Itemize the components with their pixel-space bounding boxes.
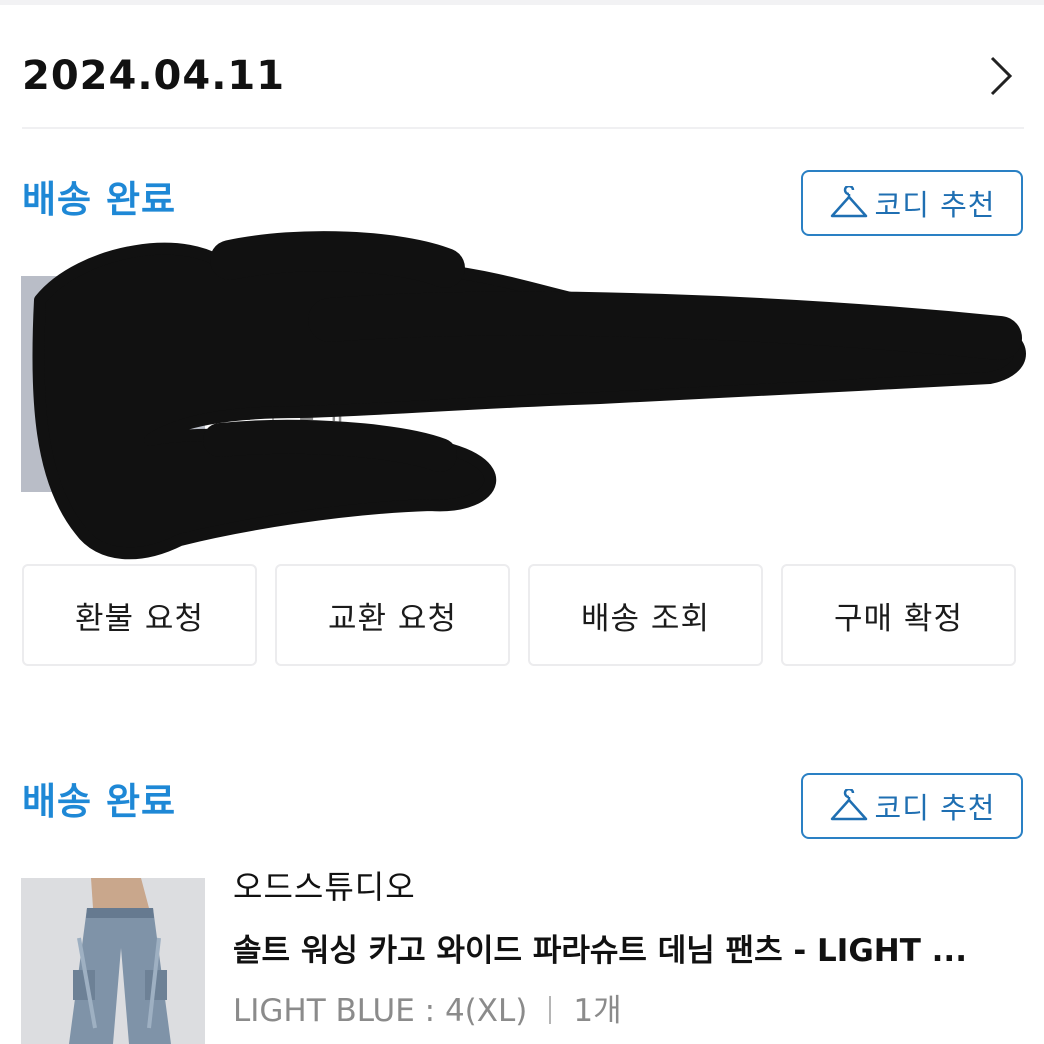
thumbnail-figure [61,276,181,492]
product-thumbnail[interactable] [21,276,205,492]
product-option: L 1개 [233,390,345,430]
refund-request-button[interactable]: 환불 요청 [22,564,257,666]
exchange-request-button[interactable]: 교환 요청 [275,564,510,666]
denim-pants-image [21,878,205,1044]
cody-recommend-label: 코디 추천 [874,791,996,825]
product-name[interactable]: 솔트 워싱 카고 와이드 파라슈트 데님 팬츠 - LIGHT ... [233,930,1023,972]
option-size: L [233,392,251,428]
option-quantity: 1개 [573,993,622,1029]
cody-recommend-button[interactable]: 코디 추천 [801,170,1023,236]
thumbnail-detail [129,472,155,484]
delivery-status: 배송 완료 [22,780,177,823]
track-delivery-button[interactable]: 배송 조회 [528,564,763,666]
option-separator [549,996,552,1024]
hanger-icon [830,186,867,218]
confirm-purchase-button[interactable]: 구매 확정 [781,564,1016,666]
product-option: LIGHT BLUE : 4(XL) 1개 [233,990,622,1032]
delivery-status: 배송 완료 [22,178,177,221]
hanger-icon [830,789,867,821]
chevron-right-icon[interactable] [978,54,1022,98]
order-date: 2024.04.11 [22,53,286,99]
header-divider [22,127,1024,129]
brand-name[interactable]: 오드스튜디오 [233,866,416,908]
top-status-strip [0,0,1044,5]
option-quantity: 1개 [296,392,345,428]
option-separator [272,395,275,423]
cody-recommend-label: 코디 추천 [874,188,996,222]
order-date-header[interactable]: 2024.04.11 [22,52,1024,100]
option-size: LIGHT BLUE : 4(XL) [233,993,528,1029]
product-thumbnail[interactable] [21,878,205,1044]
cody-recommend-button[interactable]: 코디 추천 [801,773,1023,839]
